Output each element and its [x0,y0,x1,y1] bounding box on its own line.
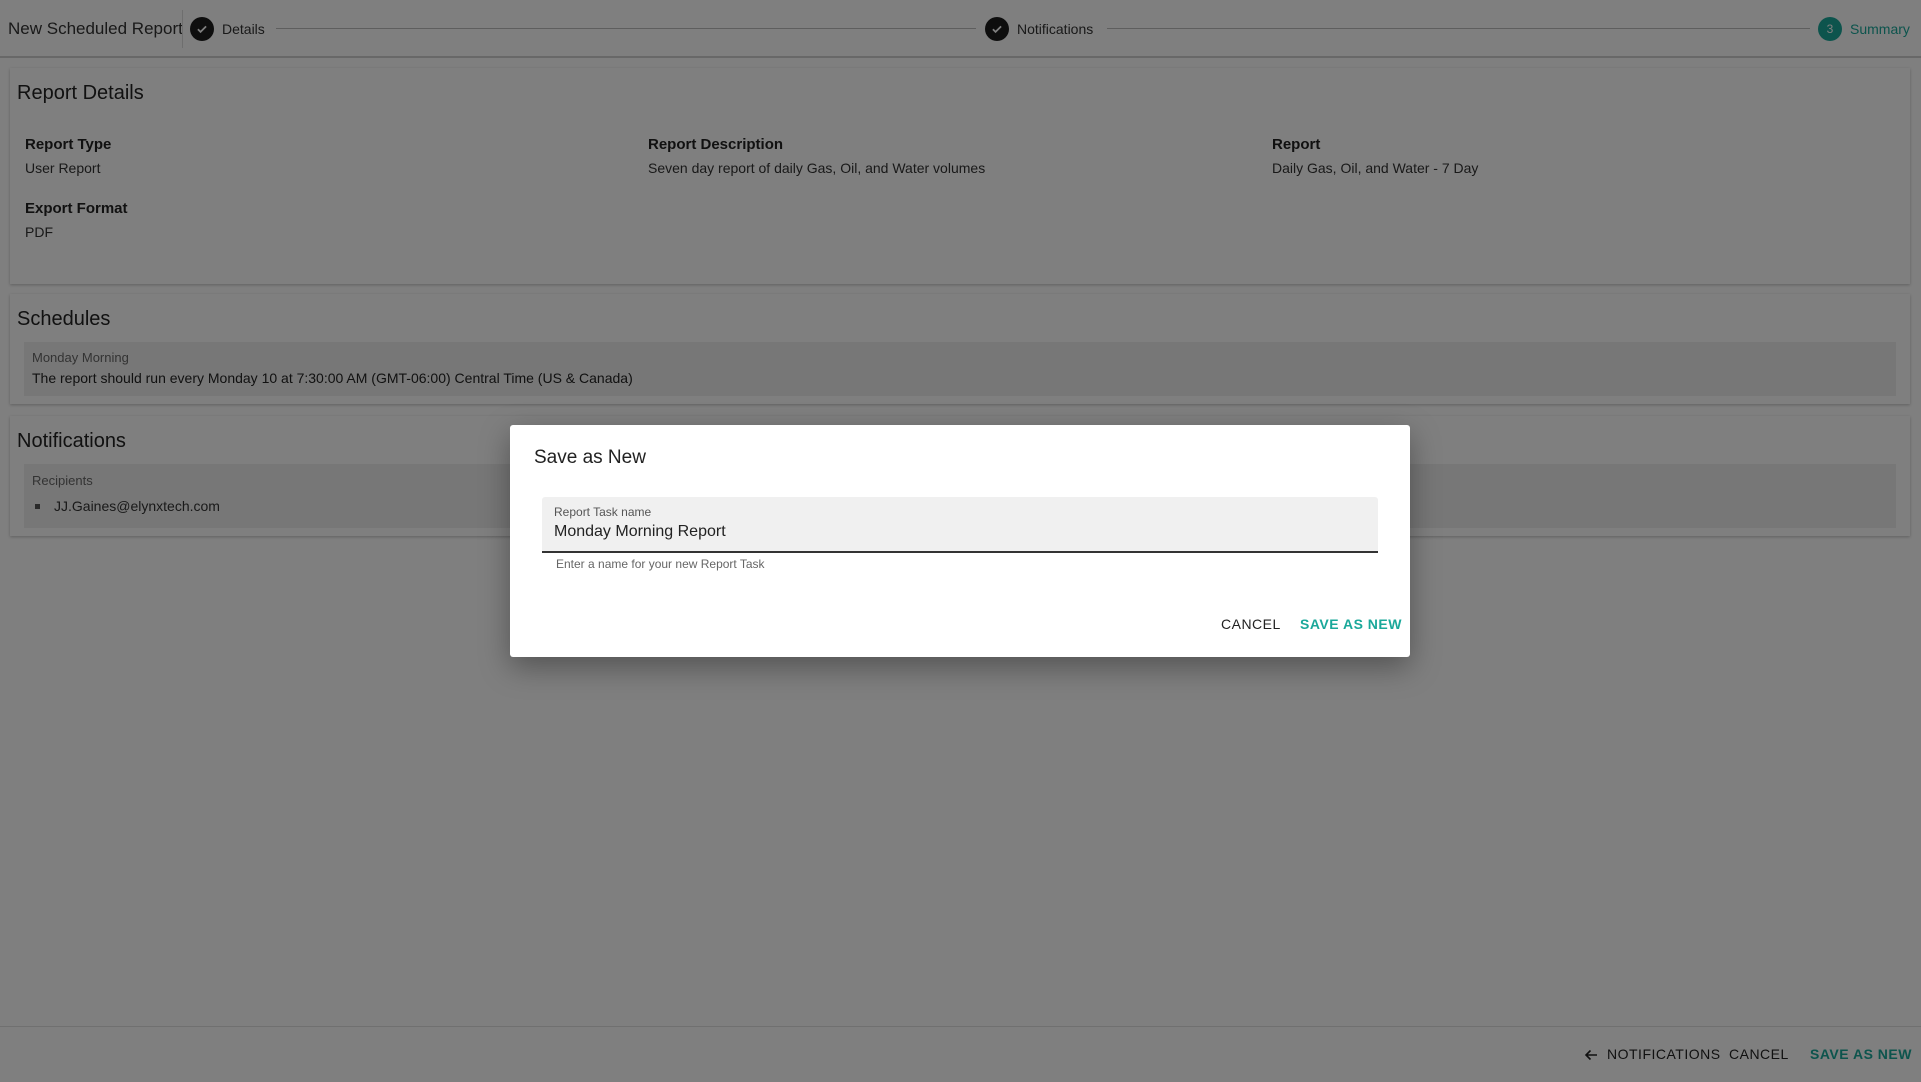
save-as-new-dialog: Save as New Report Task name Enter a nam… [510,425,1410,657]
report-task-name-field[interactable]: Report Task name [542,497,1378,553]
report-task-name-input[interactable] [554,521,1354,543]
report-task-name-label: Report Task name [554,505,652,519]
report-task-name-hint: Enter a name for your new Report Task [556,557,765,571]
dialog-cancel-button[interactable]: CANCEL [1221,613,1281,635]
dialog-title: Save as New [534,447,646,468]
dialog-save-as-new-button[interactable]: SAVE AS NEW [1300,613,1402,635]
